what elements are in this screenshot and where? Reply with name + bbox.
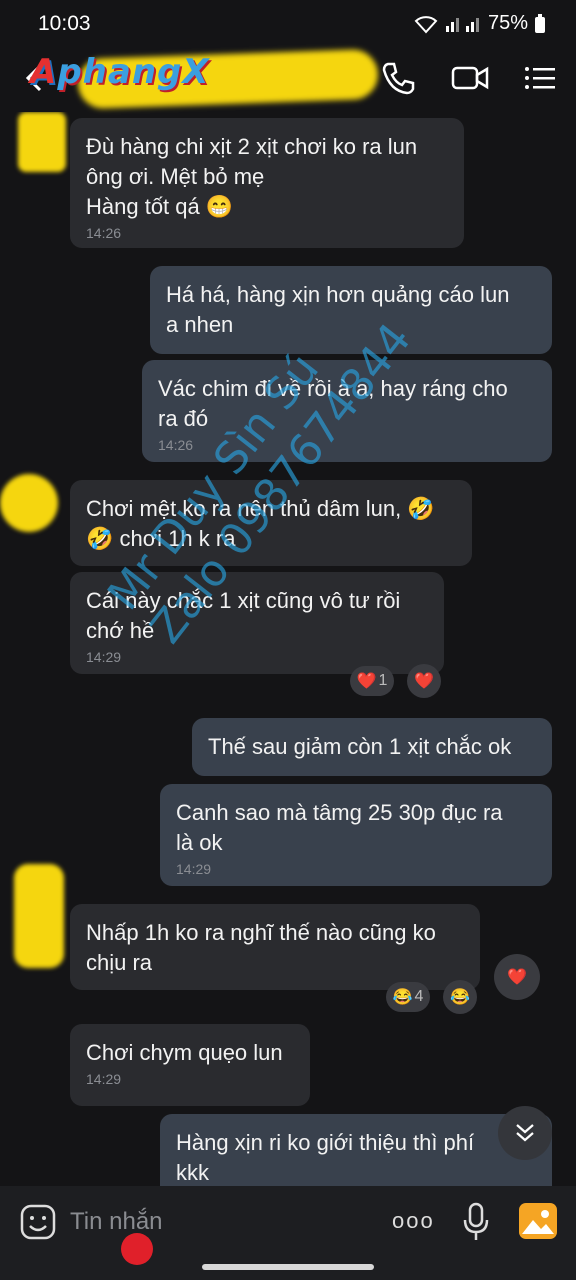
status-bar: 10:03 75% [0,0,576,48]
message-bubble-outgoing[interactable]: Thế sau giảm còn 1 xịt chắc ok [192,718,552,776]
reaction-button[interactable]: ❤️ [494,954,540,1000]
avatar-redacted[interactable] [0,474,58,532]
wifi-icon [414,15,438,33]
message-bubble-incoming[interactable]: Cái này chắc 1 xịt cũng vô tư rồi chớ hề… [70,572,444,674]
avatar-redacted[interactable] [14,864,64,968]
message-time: 14:26 [158,437,194,453]
message-time: 14:29 [86,1071,122,1087]
chevron-down-icon [516,1124,534,1142]
message-text: ông ơi. Mệt bỏ mẹ [86,164,265,189]
message-text: Chơi mệt ko ra nên thủ dâm lun, 🤣 [86,496,435,521]
message-bubble-incoming[interactable]: Đù hàng chi xịt 2 xịt chơi ko ra lun ông… [70,118,464,248]
signal-icon [445,17,479,32]
message-list[interactable]: Đù hàng chi xịt 2 xịt chơi ko ra lun ông… [0,112,576,1186]
status-icons: 75% [414,12,546,35]
message-time: 14:26 [86,225,122,241]
home-indicator[interactable] [202,1264,374,1270]
message-time: 14:29 [86,649,122,665]
message-text: chớ hề [86,618,155,643]
message-text: 🤣 chơi 1h k ra [86,526,236,551]
message-text: Đù hàng chi xịt 2 xịt chơi ko ra lun [86,134,418,159]
scroll-down-button[interactable] [498,1106,552,1160]
message-input[interactable]: Tin nhắn [70,1208,163,1236]
status-time: 10:03 [38,12,91,35]
reaction-count: 1 [378,672,388,689]
heart-icon: ❤️ [507,969,527,986]
message-bubble-outgoing[interactable]: Canh sao mà tâmg 25 30p đục ra là ok 14:… [160,784,552,886]
message-text: Há há, hàng xịn hơn quảng cáo lun [166,282,510,307]
message-time: 14:29 [176,861,212,877]
message-text: ra đó [158,406,209,431]
message-text: Canh sao mà tâmg 25 30p đục ra [176,800,503,825]
mic-icon[interactable] [462,1202,490,1242]
message-text: Cái này chắc 1 xịt cũng vô tư rồi [86,588,401,613]
laugh-icon: 😂 [392,989,413,1006]
reaction-button[interactable]: ❤️ [407,664,441,698]
logo: AphangX [30,52,210,92]
heart-icon: ❤️ [356,673,377,690]
message-bubble-incoming[interactable]: Chơi chym quẹo lun 14:29 [70,1024,310,1106]
heart-icon: ❤️ [414,673,434,690]
message-bubble-outgoing[interactable]: Vác chim đi về rồi à a, hay ráng cho ra … [142,360,552,462]
message-text: kkk [176,1160,209,1185]
menu-list-icon[interactable] [520,58,560,98]
message-bubble-outgoing[interactable]: Hàng xịn ri ko giới thiệu thì phí kkk [160,1114,552,1186]
message-text: là ok [176,830,223,855]
message-bubble-incoming[interactable]: Nhấp 1h ko ra nghĩ thế nào cũng ko chịu … [70,904,480,990]
record-indicator [121,1233,153,1265]
message-text: Chơi chym quẹo lun [86,1040,283,1065]
more-icon[interactable]: ooo [392,1208,435,1234]
message-bubble-outgoing[interactable]: Há há, hàng xịn hơn quảng cáo lun a nhen [150,266,552,354]
laugh-icon: 😂 [450,989,470,1006]
message-bubble-incoming[interactable]: Chơi mệt ko ra nên thủ dâm lun, 🤣 🤣 chơi… [70,480,472,566]
message-text: Thế sau giảm còn 1 xịt chắc ok [208,734,512,759]
message-text: a nhen [166,312,234,337]
emoji-icon[interactable] [20,1204,56,1240]
battery-icon [535,13,545,33]
message-text: Nhấp 1h ko ra nghĩ thế nào cũng ko [86,920,436,945]
battery-text: 75% [487,12,528,34]
reaction-badge[interactable]: ❤️ 1 [350,666,394,696]
message-text: Hàng tốt qá 😁 [86,194,234,219]
reaction-count: 4 [414,988,424,1005]
phone-icon[interactable] [378,58,418,98]
message-text: chịu ra [86,950,153,975]
message-text: Hàng xịn ri ko giới thiệu thì phí [176,1130,475,1155]
avatar-redacted[interactable] [18,112,66,172]
video-call-icon[interactable] [450,58,490,98]
reaction-button[interactable]: 😂 [443,980,477,1014]
photo-icon[interactable] [518,1202,558,1240]
message-text: Vác chim đi về rồi à a, hay ráng cho [158,376,508,401]
chat-header: AphangX [0,44,576,112]
reaction-badge[interactable]: 😂 4 [386,982,430,1012]
